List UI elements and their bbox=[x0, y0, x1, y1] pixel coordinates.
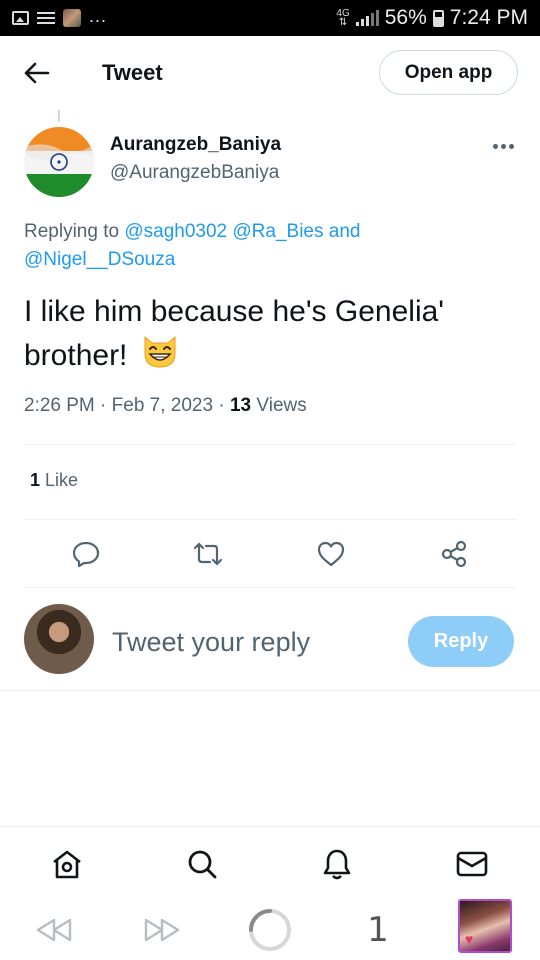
notifications-icon[interactable] bbox=[320, 847, 354, 881]
mention-link[interactable]: @sagh0302 bbox=[124, 221, 227, 242]
open-app-button[interactable]: Open app bbox=[379, 50, 518, 95]
signal-icon bbox=[355, 10, 379, 26]
network-type: 4G ⇅ bbox=[336, 8, 350, 28]
back-arrow-icon[interactable] bbox=[22, 58, 52, 88]
mention-link[interactable]: @Nigel__DSouza bbox=[24, 249, 175, 270]
reply-input[interactable] bbox=[112, 620, 392, 664]
divider bbox=[24, 519, 516, 520]
battery-percent: 56% bbox=[384, 6, 427, 29]
replying-to: Replying to @sagh0302 @Ra_Bies and @Nige… bbox=[24, 218, 514, 274]
likes-label: Like bbox=[45, 470, 79, 490]
like-heart-icon[interactable] bbox=[315, 538, 347, 570]
status-bar: ... 4G ⇅ 56% 7:24 PM bbox=[0, 0, 540, 36]
reply-button[interactable]: Reply bbox=[408, 616, 514, 667]
more-notifications-indicator: ... bbox=[89, 5, 108, 26]
tweet-date: Feb 7, 2023 bbox=[111, 395, 214, 416]
browser-toolbar: 1 bbox=[0, 899, 540, 960]
current-user-avatar bbox=[24, 604, 94, 674]
likes-count: 1 bbox=[30, 470, 41, 490]
divider bbox=[24, 444, 516, 445]
tweet-body: I like him because he's Genelia' brother… bbox=[24, 295, 445, 372]
tweet-time: 2:26 PM bbox=[24, 395, 95, 416]
list-notification-icon bbox=[37, 11, 55, 25]
views-label: Views bbox=[256, 395, 307, 416]
thread-connector bbox=[58, 110, 60, 122]
mention-joiner[interactable]: and bbox=[329, 221, 361, 242]
bottom-navigation bbox=[0, 826, 540, 900]
gallery-notification-icon bbox=[12, 11, 29, 25]
divider bbox=[0, 690, 540, 691]
retweet-icon[interactable] bbox=[192, 538, 224, 570]
mention-link[interactable]: @Ra_Bies bbox=[232, 221, 323, 242]
messages-icon[interactable] bbox=[455, 847, 489, 881]
separator-dot: · bbox=[218, 395, 225, 416]
rewind-icon[interactable] bbox=[32, 906, 76, 954]
tab-count[interactable]: 1 bbox=[358, 906, 398, 954]
replying-prefix: Replying to bbox=[24, 221, 120, 242]
reply-icon[interactable] bbox=[70, 538, 102, 570]
views-count: 13 bbox=[229, 395, 252, 416]
author-handle[interactable]: @AurangzebBaniya bbox=[110, 162, 279, 184]
author-name[interactable]: Aurangzeb_Baniya bbox=[110, 134, 281, 156]
tweet-text: I like him because he's Genelia' brother… bbox=[24, 290, 516, 377]
profile-thumbnail[interactable] bbox=[456, 899, 514, 953]
photo-notification-icon bbox=[63, 9, 81, 27]
profile-image bbox=[458, 899, 512, 953]
more-options-icon[interactable] bbox=[488, 136, 518, 156]
separator-dot: · bbox=[100, 395, 107, 416]
divider bbox=[24, 587, 516, 588]
author-avatar[interactable] bbox=[24, 127, 94, 197]
loading-spinner-icon[interactable] bbox=[246, 906, 294, 954]
battery-icon bbox=[432, 9, 444, 27]
tweet-metadata: 2:26 PM · Feb 7, 2023 · 13 Views bbox=[24, 395, 307, 417]
share-icon[interactable] bbox=[438, 538, 470, 570]
likes-summary[interactable]: 1 Like bbox=[30, 470, 78, 491]
fast-forward-icon[interactable] bbox=[140, 906, 184, 954]
grinning-cat-emoji-icon bbox=[140, 333, 180, 369]
clock: 7:24 PM bbox=[449, 6, 528, 29]
tweet-actions bbox=[0, 530, 540, 576]
page-title: Tweet bbox=[102, 60, 163, 85]
home-icon[interactable] bbox=[50, 847, 84, 881]
top-bar: Tweet Open app bbox=[0, 36, 540, 110]
search-icon[interactable] bbox=[185, 847, 219, 881]
